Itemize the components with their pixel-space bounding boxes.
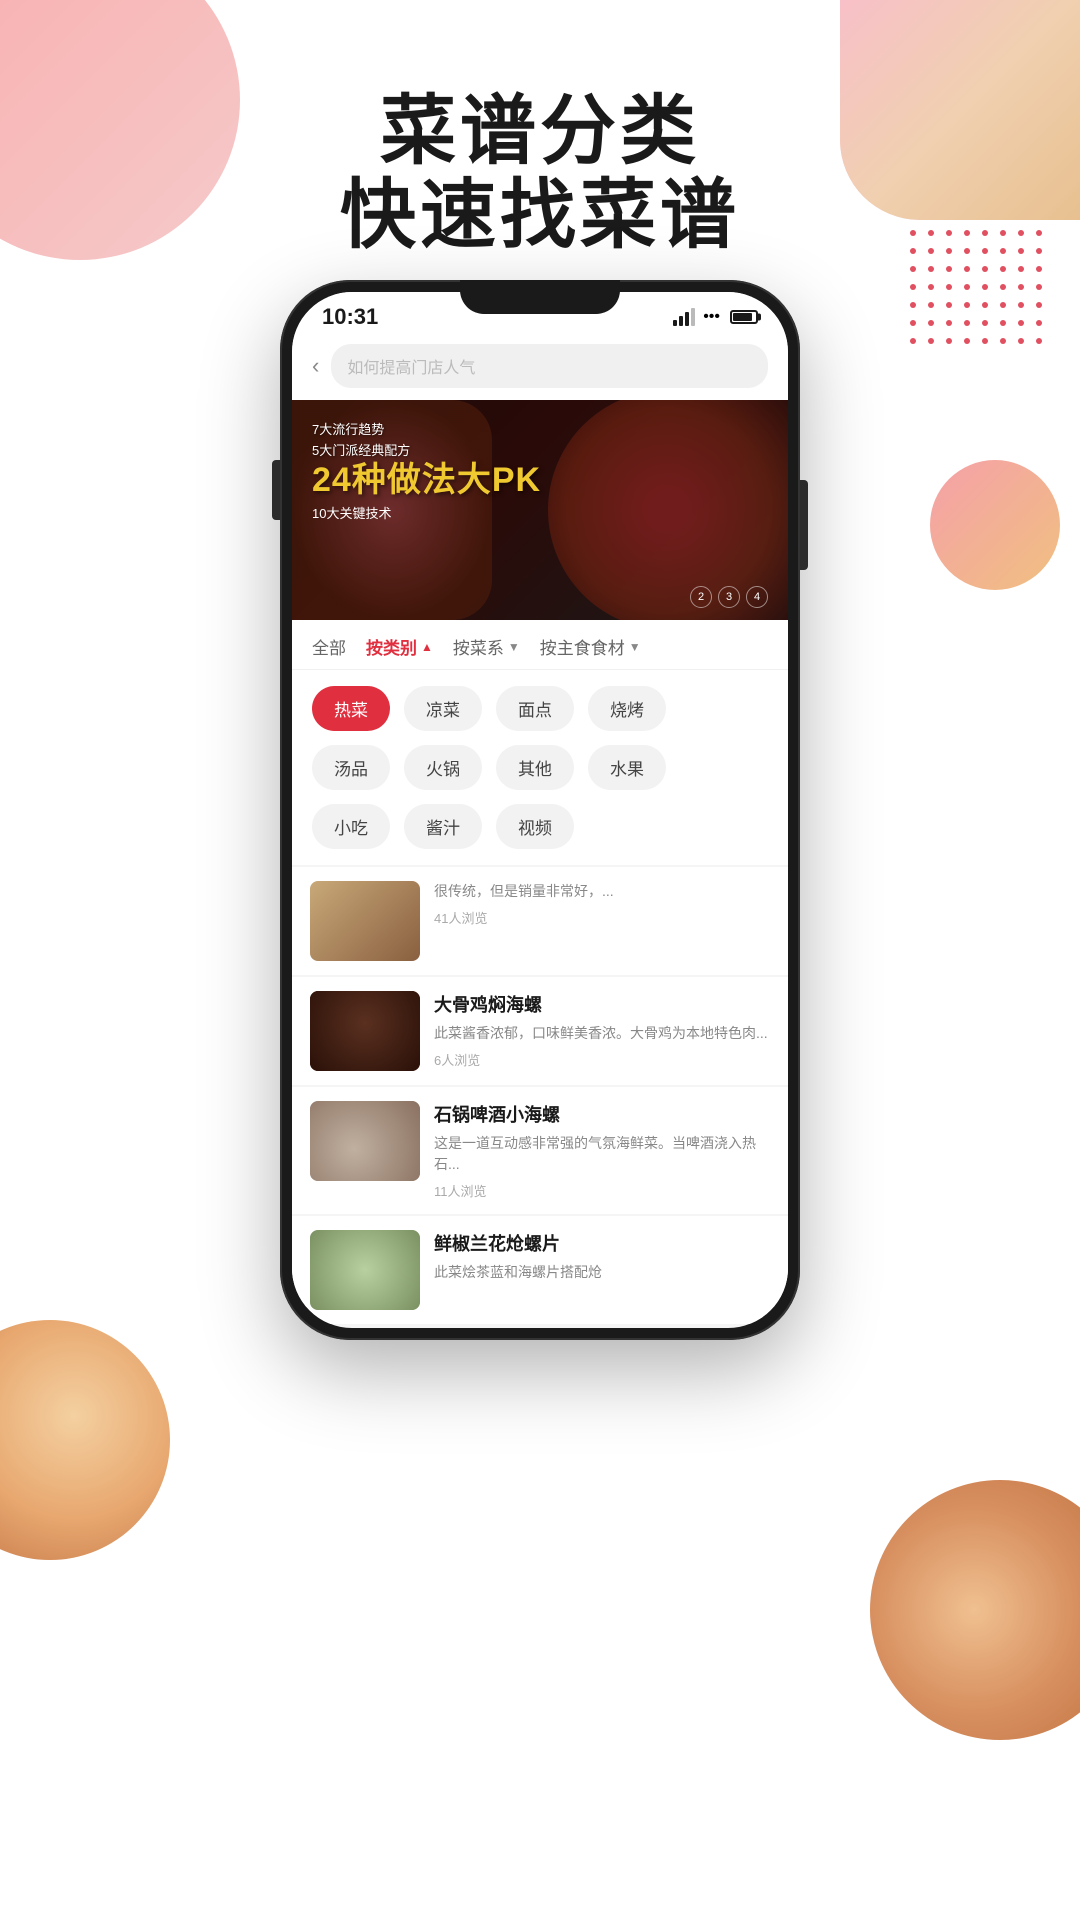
bg-decoration-food-left (0, 1320, 170, 1560)
phone-screen: 10:31 ••• ‹ 如何提高门店人气 (292, 292, 788, 1328)
recipe-title-0: 大骨鸡焖海螺 (434, 991, 770, 1017)
banner-dot-2[interactable]: 3 (718, 586, 740, 608)
banner-text-content: 7大流行趋势 5大门派经典配方 24种做法大PK 10大关键技术 (312, 420, 541, 522)
table-row[interactable]: 鲜椒兰花炝螺片 此菜烩茶蓝和海螺片搭配炝 (292, 1216, 788, 1324)
app-subtitle: 快速找菜谱 (0, 174, 1080, 258)
signal-icon (673, 308, 695, 326)
recipe-info-2: 鲜椒兰花炝螺片 此菜烩茶蓝和海螺片搭配炝 (434, 1230, 770, 1283)
battery-icon (730, 310, 758, 324)
banner-section[interactable]: 7大流行趋势 5大门派经典配方 24种做法大PK 10大关键技术 2 3 4 (292, 400, 788, 620)
chip-cold-dishes[interactable]: 凉菜 (404, 686, 482, 731)
recipe-title-1: 石锅啤酒小海螺 (434, 1101, 770, 1127)
banner-dot-1[interactable]: 2 (690, 586, 712, 608)
filter-arrow-down-2: ▼ (629, 640, 641, 654)
recipe-desc-partial: 很传统，但是销量非常好，... (434, 881, 770, 902)
recipe-thumbnail-0 (310, 991, 420, 1071)
category-row-2: 汤品 火锅 其他 水果 (312, 745, 768, 790)
search-input[interactable]: 如何提高门店人气 (331, 344, 768, 388)
banner-dot-3[interactable]: 4 (746, 586, 768, 608)
search-bar[interactable]: ‹ 如何提高门店人气 (292, 336, 788, 400)
recipe-title-2: 鲜椒兰花炝螺片 (434, 1230, 770, 1256)
filter-tabs: 全部 按类别 ▲ 按菜系 ▼ 按主食食材 ▼ (292, 620, 788, 670)
back-button[interactable]: ‹ (312, 353, 319, 379)
chip-sauce[interactable]: 酱汁 (404, 804, 482, 849)
category-row-1: 热菜 凉菜 面点 烧烤 (312, 686, 768, 731)
status-icons: ••• (673, 308, 758, 326)
banner-line3: 10大关键技术 (312, 503, 541, 522)
chip-video[interactable]: 视频 (496, 804, 574, 849)
search-placeholder: 如何提高门店人气 (347, 354, 475, 378)
chip-other[interactable]: 其他 (496, 745, 574, 790)
table-row[interactable]: 石锅啤酒小海螺 这是一道互动感非常强的气氛海鲜菜。当啤酒浇入热石... 11人浏… (292, 1087, 788, 1214)
chip-pastry[interactable]: 面点 (496, 686, 574, 731)
chip-fruit[interactable]: 水果 (588, 745, 666, 790)
table-row[interactable]: 大骨鸡焖海螺 此菜酱香浓郁，口味鲜美香浓。大骨鸡为本地特色肉... 6人浏览 (292, 977, 788, 1085)
bg-decoration-food-right (870, 1480, 1080, 1740)
chip-snack[interactable]: 小吃 (312, 804, 390, 849)
filter-arrow-up: ▲ (421, 640, 433, 654)
filter-tab-ingredient[interactable]: 按主食食材 ▼ (540, 634, 641, 659)
recipe-desc-0: 此菜酱香浓郁，口味鲜美香浓。大骨鸡为本地特色肉... (434, 1023, 770, 1044)
recipe-info-partial: 很传统，但是销量非常好，... 41人浏览 (434, 881, 770, 927)
phone-mockup: 10:31 ••• ‹ 如何提高门店人气 (280, 280, 800, 1340)
filter-tab-category[interactable]: 按类别 ▲ (366, 634, 433, 659)
wifi-icon: ••• (703, 308, 720, 326)
banner-line1: 7大流行趋势 (312, 420, 541, 441)
filter-arrow-down-1: ▼ (508, 640, 520, 654)
bg-decoration-pink-circle (930, 460, 1060, 590)
recipe-item-partial[interactable]: 很传统，但是销量非常好，... 41人浏览 (292, 867, 788, 975)
phone-frame: 10:31 ••• ‹ 如何提高门店人气 (280, 280, 800, 1340)
chip-hotpot[interactable]: 火锅 (404, 745, 482, 790)
recipe-thumbnail-1 (310, 1101, 420, 1181)
chip-bbq[interactable]: 烧烤 (588, 686, 666, 731)
recipe-views-1: 11人浏览 (434, 1181, 770, 1200)
filter-tab-all[interactable]: 全部 (312, 634, 346, 659)
filter-tab-cuisine[interactable]: 按菜系 ▼ (453, 634, 520, 659)
recipe-thumbnail-2 (310, 1230, 420, 1310)
category-row-3: 小吃 酱汁 视频 (312, 804, 768, 849)
phone-notch (460, 280, 620, 314)
chip-soup[interactable]: 汤品 (312, 745, 390, 790)
recipe-views-partial: 41人浏览 (434, 908, 770, 927)
chip-hot-dishes[interactable]: 热菜 (312, 686, 390, 731)
recipe-thumbnail-partial (310, 881, 420, 961)
recipe-info-1: 石锅啤酒小海螺 这是一道互动感非常强的气氛海鲜菜。当啤酒浇入热石... 11人浏… (434, 1101, 770, 1200)
banner-pagination: 2 3 4 (690, 586, 768, 608)
banner-line2: 5大门派经典配方 (312, 441, 541, 462)
banner-main-text: 24种做法大PK (312, 462, 541, 499)
recipe-desc-1: 这是一道互动感非常强的气氛海鲜菜。当啤酒浇入热石... (434, 1133, 770, 1175)
recipe-desc-2: 此菜烩茶蓝和海螺片搭配炝 (434, 1262, 770, 1283)
recipe-views-0: 6人浏览 (434, 1050, 770, 1069)
header-section: 菜谱分类 快速找菜谱 (0, 90, 1080, 257)
recipe-info-0: 大骨鸡焖海螺 此菜酱香浓郁，口味鲜美香浓。大骨鸡为本地特色肉... 6人浏览 (434, 991, 770, 1069)
status-time: 10:31 (322, 304, 378, 330)
category-section: 热菜 凉菜 面点 烧烤 汤品 火锅 其他 水果 小吃 酱汁 视频 (292, 670, 788, 865)
app-title: 菜谱分类 (0, 90, 1080, 174)
recipe-list: 大骨鸡焖海螺 此菜酱香浓郁，口味鲜美香浓。大骨鸡为本地特色肉... 6人浏览 石… (292, 977, 788, 1324)
